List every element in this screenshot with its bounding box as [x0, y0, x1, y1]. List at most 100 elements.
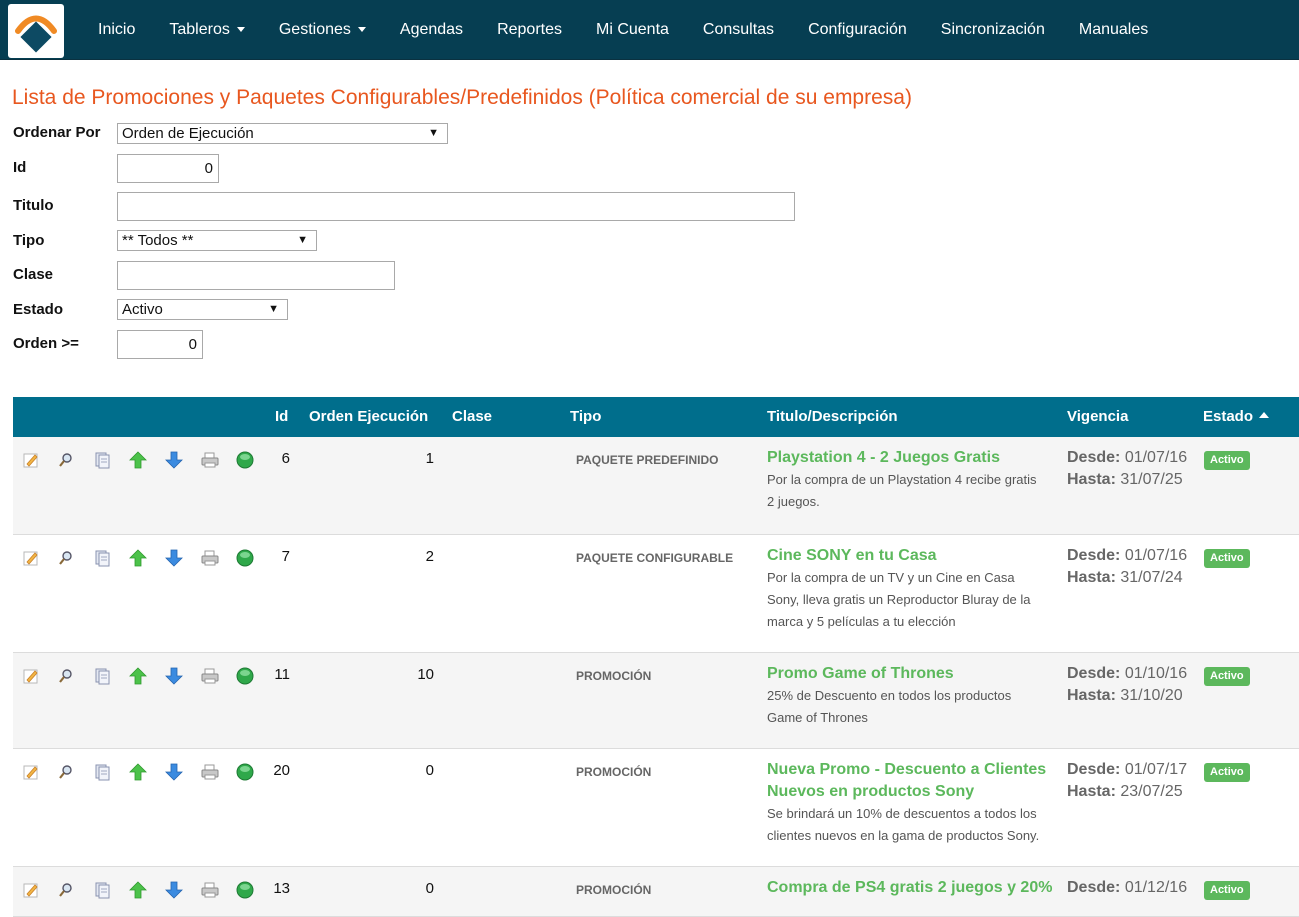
- nav-item-label: Inicio: [98, 21, 136, 38]
- promo-title[interactable]: Nuevos en productos Sony: [767, 781, 1062, 803]
- clase-input[interactable]: [117, 261, 395, 290]
- promo-description: Sony, lleva gratis un Reproductor Bluray…: [767, 592, 1031, 607]
- promo-title[interactable]: Compra de PS4 gratis 2 juegos y 20%: [767, 877, 1062, 899]
- header-vigencia[interactable]: Vigencia: [1067, 397, 1128, 437]
- hasta-value: 31/07/25: [1120, 471, 1183, 488]
- vigencia-desde: Desde: 01/07/16: [1067, 545, 1187, 567]
- table-header: Id Orden Ejecución Clase Tipo Titulo/Des…: [13, 397, 1299, 437]
- nav-item-tableros[interactable]: Tableros: [152, 0, 261, 60]
- nav-item-manuales[interactable]: Manuales: [1062, 0, 1165, 60]
- promo-title[interactable]: Promo Game of Thrones: [767, 663, 1062, 685]
- search-icon[interactable]: [57, 451, 75, 469]
- hasta-label: Hasta:: [1067, 687, 1116, 704]
- vigencia-desde: Desde: 01/07/17: [1067, 759, 1187, 781]
- header-orden[interactable]: Orden Ejecución: [309, 397, 428, 437]
- nav-item-label: Gestiones: [278, 21, 351, 38]
- nav-item-gestiones[interactable]: Gestiones: [262, 0, 383, 60]
- promo-title[interactable]: Cine SONY en tu Casa: [767, 545, 1062, 567]
- orden-label: Orden >=: [13, 335, 79, 352]
- table-row: 7 2 PAQUETE CONFIGURABLE Cine SONY en tu Ca…: [13, 535, 1299, 653]
- estado-select[interactable]: Activo ▼: [117, 299, 288, 320]
- header-id[interactable]: Id: [275, 397, 288, 437]
- nav-item-configuración[interactable]: Configuración: [791, 0, 924, 60]
- arrow-down-icon[interactable]: [165, 451, 183, 469]
- desde-value: 01/07/16: [1124, 449, 1188, 466]
- arrow-down-icon[interactable]: [165, 549, 183, 567]
- tipo-label: Tipo: [13, 232, 45, 249]
- arrow-down-icon[interactable]: [165, 881, 183, 899]
- edit-icon[interactable]: [22, 881, 40, 899]
- vigencia-desde: Desde: 01/12/16: [1067, 877, 1187, 899]
- table-row: 13 0 PROMOCIÓN Compra de PS4 gratis 2 juego…: [13, 867, 1299, 917]
- app-logo[interactable]: [8, 4, 64, 58]
- copy-icon[interactable]: [93, 667, 111, 685]
- header-tipo[interactable]: Tipo: [570, 397, 601, 437]
- arrow-up-icon[interactable]: [129, 549, 147, 567]
- hasta-label: Hasta:: [1067, 471, 1116, 488]
- nav-item-reportes[interactable]: Reportes: [480, 0, 579, 60]
- edit-icon[interactable]: [22, 763, 40, 781]
- nav-item-label: Tableros: [169, 21, 230, 38]
- copy-icon[interactable]: [93, 549, 111, 567]
- promo-description: marca y 5 películas a tu elección: [767, 614, 956, 629]
- id-input[interactable]: 0: [117, 154, 219, 183]
- vigencia-desde: Desde: 01/07/16: [1067, 447, 1187, 469]
- nav-item-label: Agendas: [399, 21, 464, 38]
- nav-item-agendas[interactable]: Agendas: [383, 0, 480, 60]
- cell-id: 11: [274, 666, 290, 683]
- nav-item-mi-cuenta[interactable]: Mi Cuenta: [579, 0, 686, 60]
- search-icon[interactable]: [57, 667, 75, 685]
- edit-icon[interactable]: [22, 451, 40, 469]
- nav-item-consultas[interactable]: Consultas: [686, 0, 791, 60]
- sort-asc-icon: [1259, 412, 1270, 419]
- nav-item-inicio[interactable]: Inicio: [81, 0, 152, 60]
- nav-item-label: Configuración: [808, 21, 907, 38]
- arrow-up-icon[interactable]: [129, 881, 147, 899]
- search-icon[interactable]: [57, 763, 75, 781]
- cell-id: 20: [273, 762, 290, 779]
- search-icon[interactable]: [57, 549, 75, 567]
- promo-title[interactable]: Nueva Promo - Descuento a Clientes: [767, 759, 1062, 781]
- print-icon[interactable]: [201, 451, 219, 469]
- edit-icon[interactable]: [22, 667, 40, 685]
- table-row: 20 0 PROMOCIÓN Nueva Promo - Descuento a Cl…: [13, 749, 1299, 867]
- print-icon[interactable]: [201, 549, 219, 567]
- cell-tipo: PAQUETE PREDEFINIDO: [576, 453, 719, 467]
- orden-input[interactable]: 0: [117, 330, 203, 359]
- edit-icon[interactable]: [22, 549, 40, 567]
- logo-icon: [15, 15, 57, 53]
- promo-description: Por la compra de un TV y un Cine en Casa: [767, 570, 1015, 585]
- promo-title[interactable]: Playstation 4 - 2 Juegos Gratis: [767, 447, 1062, 469]
- cell-tipo: PAQUETE CONFIGURABLE: [576, 551, 734, 565]
- tipo-select[interactable]: ** Todos ** ▼: [117, 230, 317, 251]
- promo-description: Por la compra de un Playstation 4 recibe…: [767, 472, 1037, 487]
- page-title: Lista de Promociones y Paquetes Configur…: [12, 86, 912, 109]
- copy-icon[interactable]: [93, 763, 111, 781]
- arrow-up-icon[interactable]: [129, 667, 147, 685]
- print-icon[interactable]: [201, 763, 219, 781]
- arrow-up-icon[interactable]: [129, 763, 147, 781]
- arrow-down-icon[interactable]: [165, 667, 183, 685]
- cell-orden: 0: [425, 880, 434, 897]
- search-icon[interactable]: [57, 881, 75, 899]
- copy-icon[interactable]: [93, 451, 111, 469]
- arrow-up-icon[interactable]: [129, 451, 147, 469]
- desde-label: Desde:: [1067, 879, 1121, 896]
- header-estado[interactable]: Estado: [1203, 397, 1270, 437]
- header-clase[interactable]: Clase: [452, 397, 492, 437]
- nav-menu: Inicio Tableros Gestiones Agendas Reportes Mi…: [81, 0, 1165, 60]
- arrow-down-icon[interactable]: [165, 763, 183, 781]
- copy-icon[interactable]: [93, 881, 111, 899]
- nav-item-sincronización[interactable]: Sincronización: [924, 0, 1062, 60]
- print-icon[interactable]: [201, 667, 219, 685]
- estado-label: Estado: [13, 301, 64, 318]
- hasta-value: 31/07/24: [1120, 569, 1183, 586]
- desde-value: 01/12/16: [1124, 879, 1188, 896]
- desde-label: Desde:: [1067, 449, 1121, 466]
- print-icon[interactable]: [201, 881, 219, 899]
- estado-value: Activo: [122, 301, 163, 318]
- ordenar-por-value: Orden de Ejecución: [122, 125, 254, 142]
- titulo-input[interactable]: [117, 192, 795, 221]
- ordenar-por-select[interactable]: Orden de Ejecución ▼: [117, 123, 448, 144]
- header-titulo[interactable]: Titulo/Descripción: [767, 397, 898, 437]
